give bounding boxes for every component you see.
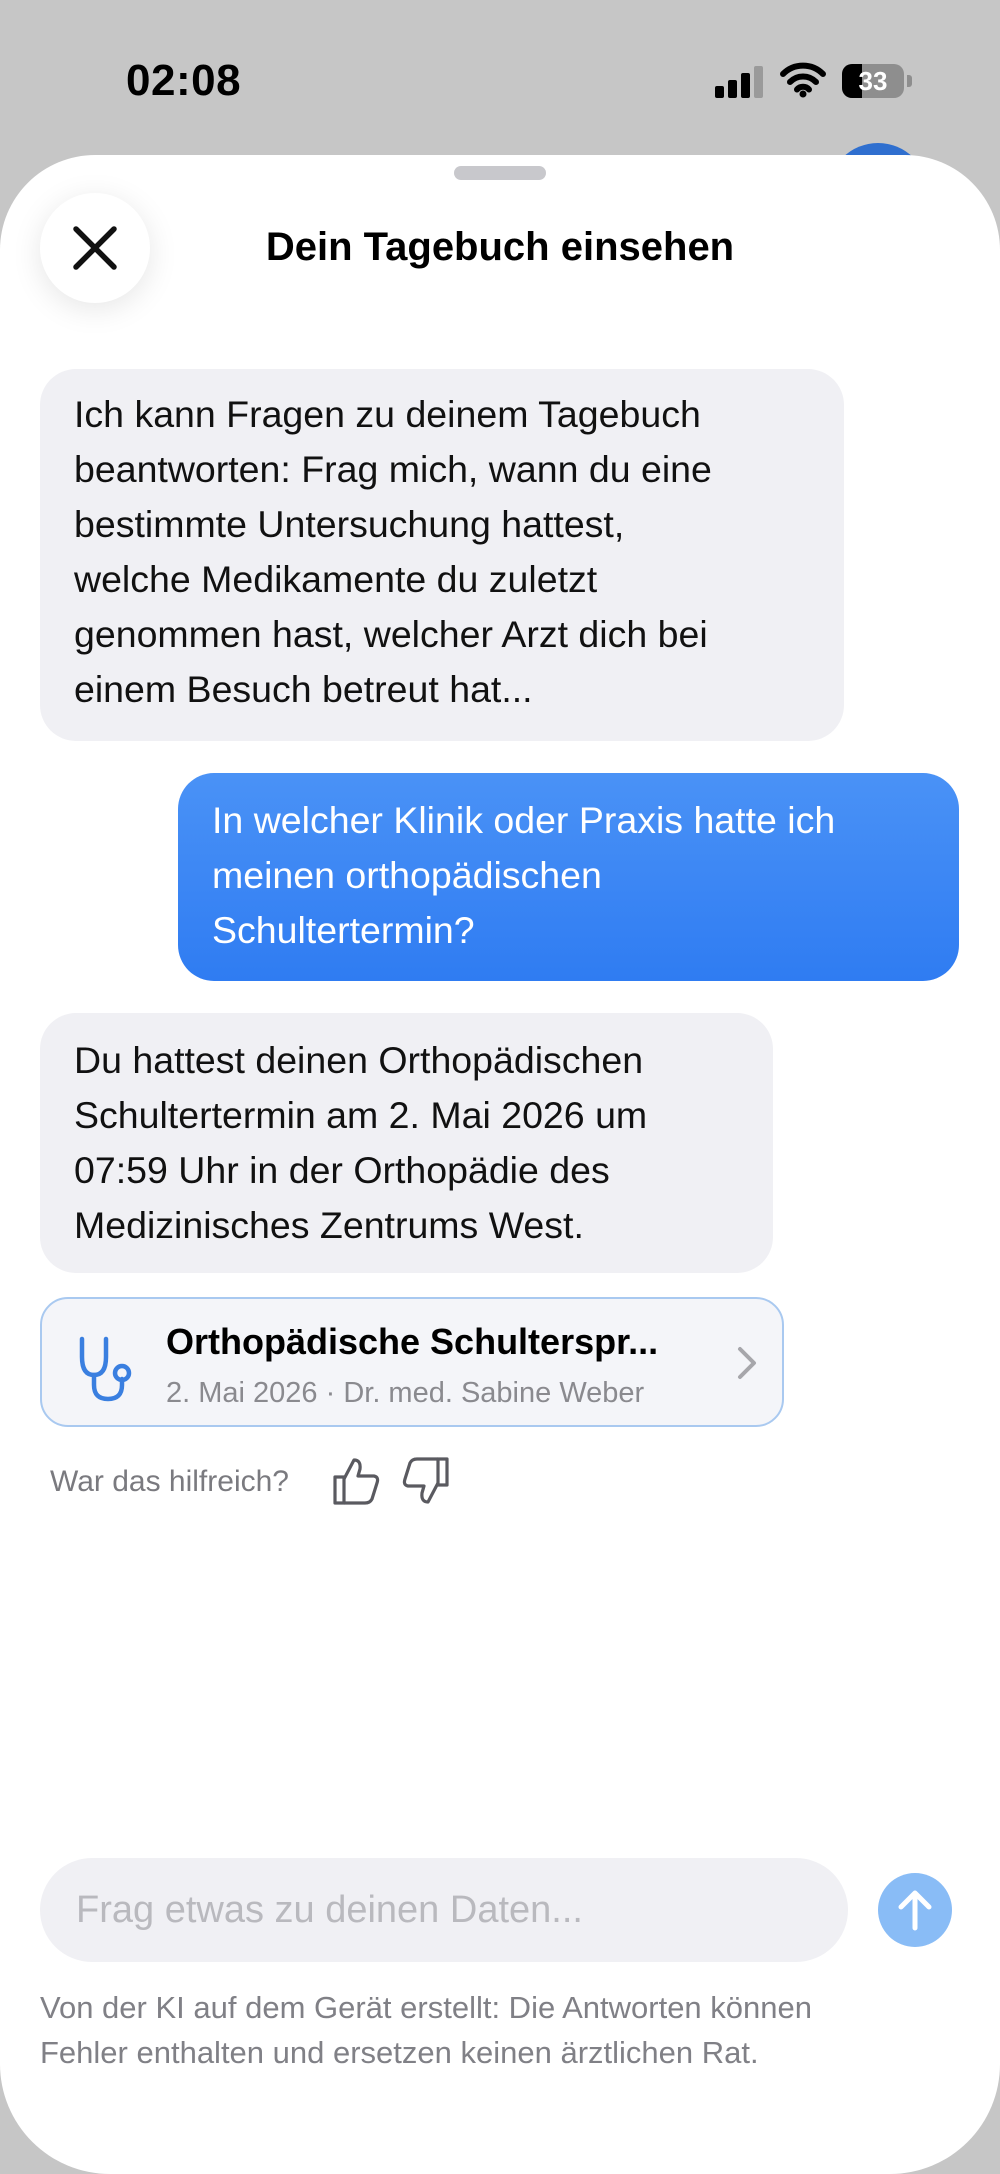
card-subtitle: 2. Mai 2026 · Dr. med. Sabine Weber [166, 1377, 645, 1409]
message-line: genommen hast, welcher Arzt dich bei [74, 613, 708, 655]
status-bar: 02:08 33 [0, 0, 1000, 150]
message-line: Medizinisches Zentrums West. [74, 1204, 584, 1246]
stethoscope-icon [79, 1336, 132, 1402]
disclaimer-line: Von der KI auf dem Gerät erstellt: Die A… [40, 1990, 812, 2025]
message-line: Schultertermin? [212, 909, 475, 951]
battery-nub [907, 75, 912, 87]
close-icon [73, 226, 117, 270]
ai-disclaimer: Von der KI auf dem Gerät erstellt: Die A… [40, 1985, 920, 2075]
diary-sheet: Dein Tagebuch einsehen Ich kann Fragen z… [0, 155, 1000, 2174]
message-line: 07:59 Uhr in der Orthopädie des [74, 1149, 610, 1191]
question-input[interactable]: Frag etwas zu deinen Daten... [40, 1858, 848, 1962]
message-line: beantworten: Frag mich, wann du eine [74, 448, 712, 490]
close-button[interactable] [40, 193, 150, 303]
sheet-grabber[interactable] [454, 166, 546, 180]
message-line: welche Medikamente du zuletzt [74, 558, 598, 600]
status-time: 02:08 [126, 56, 242, 105]
message-line: meinen orthopädischen [212, 854, 602, 896]
disclaimer-line: Fehler enthalten und ersetzen keinen ärz… [40, 2035, 759, 2070]
arrow-up-icon [898, 1890, 932, 1931]
diary-entry-card[interactable]: Orthopädische Schulterspr... 2. Mai 2026… [40, 1297, 784, 1427]
assistant-message: Ich kann Fragen zu deinem Tagebuch beant… [40, 369, 844, 741]
message-line: Du hattest deinen Orthopädischen [74, 1039, 644, 1081]
card-title: Orthopädische Schulterspr... [166, 1321, 659, 1362]
message-line: In welcher Klinik oder Praxis hatte ich [212, 799, 836, 841]
message-line: bestimmte Untersuchung hattest, [74, 503, 625, 545]
message-line: einem Besuch betreut hat... [74, 668, 533, 710]
thumbs-down-icon[interactable] [400, 1455, 452, 1507]
user-message: In welcher Klinik oder Praxis hatte ich … [178, 773, 959, 981]
battery-level: 33 [858, 66, 888, 96]
battery-icon: 33 [842, 64, 904, 98]
feedback-label: War das hilfreich? [50, 1465, 289, 1498]
message-line: Schultertermin am 2. Mai 2026 um [74, 1094, 648, 1136]
send-button[interactable] [878, 1873, 952, 1947]
assistant-message: Du hattest deinen Orthopädischen Schulte… [40, 1013, 773, 1273]
chevron-right-icon [738, 1347, 756, 1379]
message-line: Ich kann Fragen zu deinem Tagebuch [74, 393, 701, 435]
sheet-title: Dein Tagebuch einsehen [265, 225, 735, 269]
thumbs-up-icon[interactable] [330, 1455, 382, 1507]
signal-icon [715, 66, 765, 98]
input-placeholder: Frag etwas zu deinen Daten... [76, 1888, 583, 1931]
wifi-icon [780, 62, 826, 98]
